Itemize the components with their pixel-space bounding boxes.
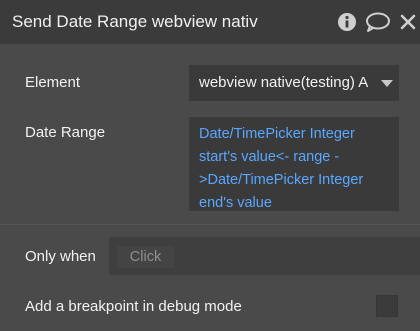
- element-dropdown-value: webview native(testing) A: [199, 74, 369, 91]
- section-divider: [0, 224, 420, 225]
- element-dropdown[interactable]: webview native(testing) A: [189, 65, 399, 101]
- only-when-condition-input[interactable]: Click: [109, 237, 420, 275]
- comment-icon[interactable]: [365, 11, 391, 33]
- panel-header: Send Date Range webview nativ: [0, 0, 420, 44]
- element-label: Element: [25, 74, 81, 91]
- date-range-expression[interactable]: Date/TimePicker Integer start's value<- …: [189, 117, 399, 211]
- close-icon[interactable]: [399, 11, 417, 33]
- date-range-label: Date Range: [25, 124, 106, 141]
- only-when-label: Only when: [25, 248, 96, 265]
- date-range-expression-text: Date/TimePicker Integer start's value<- …: [199, 126, 364, 211]
- breakpoint-checkbox[interactable]: [376, 295, 398, 317]
- breakpoint-label: Add a breakpoint in debug mode: [25, 298, 242, 315]
- info-icon[interactable]: [337, 11, 357, 33]
- property-editor-panel: Send Date Range webview nativ Element we…: [0, 0, 420, 331]
- only-when-placeholder[interactable]: Click: [117, 246, 174, 268]
- chevron-down-icon: [381, 80, 393, 87]
- panel-title: Send Date Range webview nativ: [12, 12, 258, 31]
- panel-body: Element webview native(testing) A Date R…: [0, 44, 420, 331]
